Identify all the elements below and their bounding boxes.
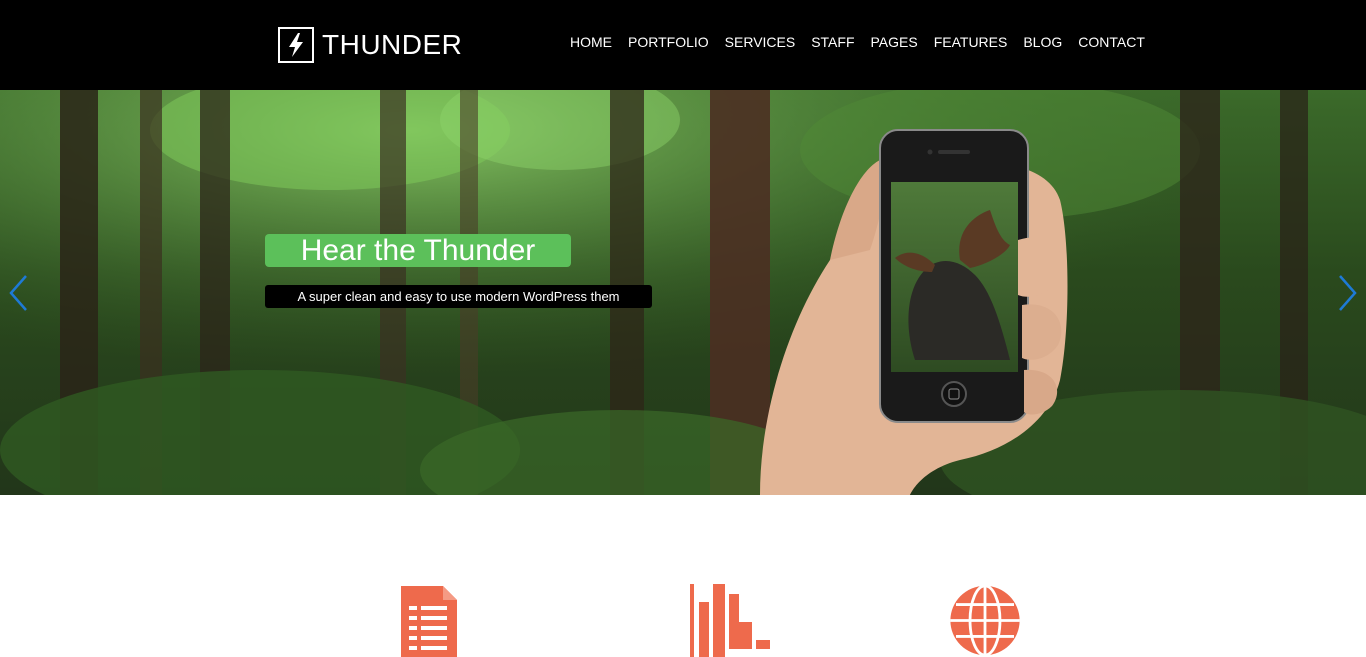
nav-features[interactable]: FEATURES: [926, 33, 1016, 51]
slide-title: Hear the Thunder: [265, 234, 571, 267]
globe-icon: [946, 584, 1024, 657]
document-icon: [399, 584, 459, 657]
forest-background-image: [0, 90, 1366, 495]
site-header: THUNDER HOME PORTFOLIO SERVICES STAFF PA…: [0, 0, 1366, 90]
nav-home[interactable]: HOME: [562, 33, 620, 51]
slider-prev-arrow-icon[interactable]: [6, 272, 32, 314]
site-logo[interactable]: THUNDER: [278, 26, 462, 63]
slider-next-arrow-icon[interactable]: [1334, 272, 1360, 314]
bar-chart-icon: [690, 584, 772, 657]
nav-contact[interactable]: CONTACT: [1070, 33, 1153, 51]
nav-blog[interactable]: BLOG: [1015, 33, 1070, 51]
hero-slider: Hear the Thunder A super clean and easy …: [0, 90, 1366, 495]
features-section: [0, 495, 1366, 657]
main-nav: HOME PORTFOLIO SERVICES STAFF PAGES FEAT…: [562, 33, 1153, 51]
lightning-icon: [278, 26, 314, 63]
logo-text: THUNDER: [322, 28, 463, 60]
slide-subtitle: A super clean and easy to use modern Wor…: [265, 285, 652, 308]
nav-services[interactable]: SERVICES: [717, 33, 804, 51]
nav-pages[interactable]: PAGES: [863, 33, 926, 51]
nav-staff[interactable]: STAFF: [803, 33, 862, 51]
nav-portfolio[interactable]: PORTFOLIO: [620, 33, 717, 51]
